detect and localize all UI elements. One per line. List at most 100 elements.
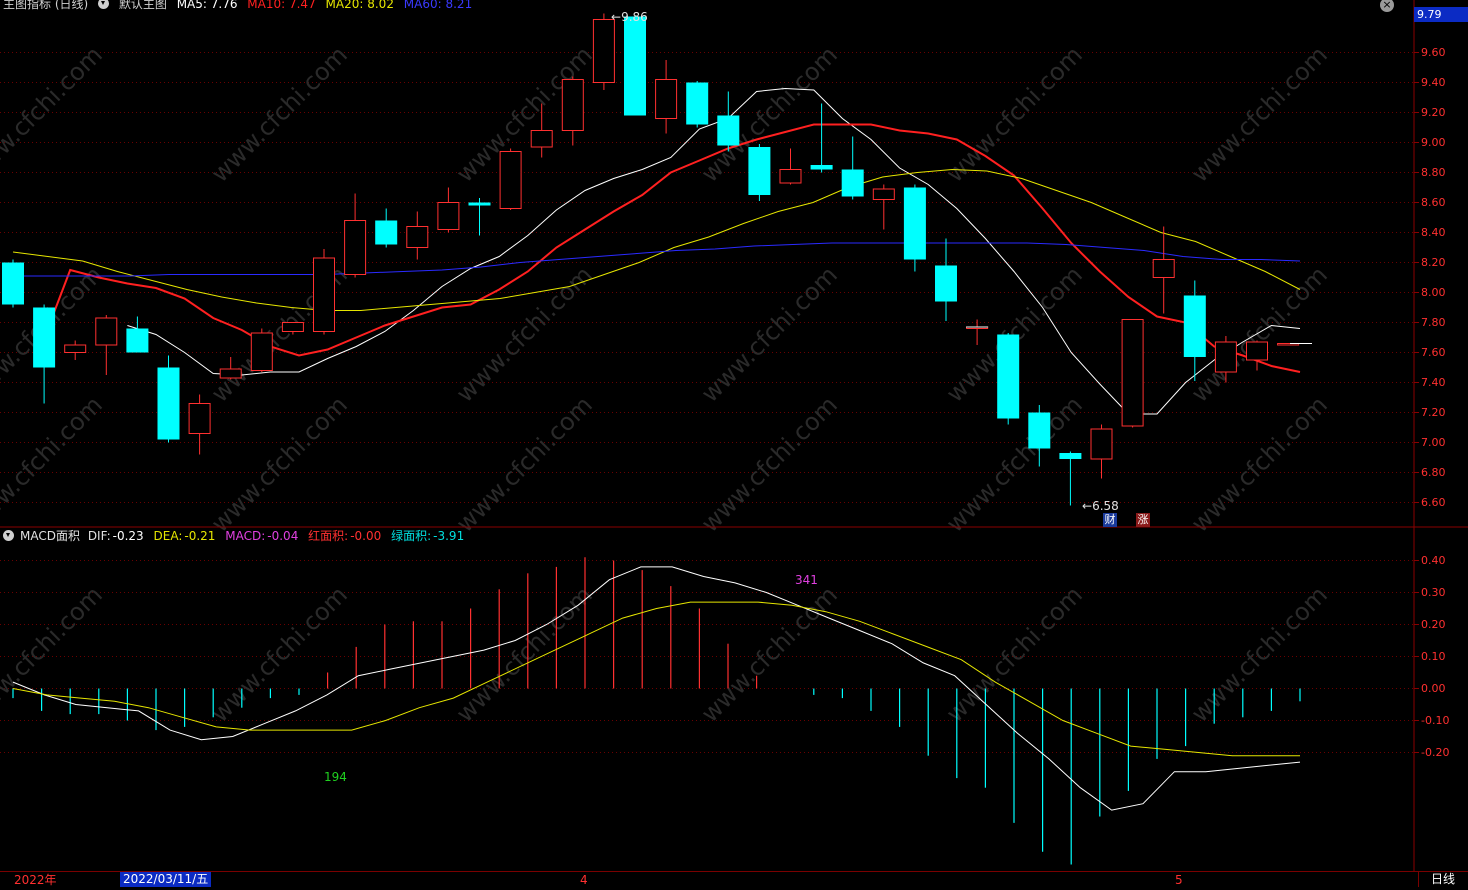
low-price-value: 6.58 <box>1092 499 1119 513</box>
watermark-text: www.cfchi.com <box>206 391 353 538</box>
candle <box>1183 280 1206 381</box>
candle-body-down <box>157 367 180 440</box>
candle <box>841 136 864 200</box>
candle-body-up <box>344 220 367 275</box>
green-area-annotation: 194 <box>324 770 347 784</box>
low-price-annotation: ←6.58 <box>1082 499 1119 513</box>
candle <box>64 340 87 360</box>
candle-body-up <box>64 344 87 353</box>
main-chart-header: 主图指标 (日线) 默认主图 MA5: 7.76 MA10: 7.47 MA20… <box>3 0 478 12</box>
month-label-5: 5 <box>1175 873 1183 887</box>
price-tick-label: 7.80 <box>1421 315 1446 329</box>
price-tick-label: 7.00 <box>1421 435 1446 449</box>
candle <box>810 103 833 173</box>
candle <box>686 81 709 128</box>
candle <box>779 148 802 185</box>
dif-value: -0.23 <box>112 529 144 543</box>
candle <box>126 316 149 353</box>
candle-body-up <box>437 202 460 230</box>
candle <box>344 193 367 278</box>
candle-body-down <box>997 334 1020 419</box>
candle-body-up <box>1090 428 1113 460</box>
price-tick-label: 8.00 <box>1421 285 1446 299</box>
collapse-toggle-icon[interactable] <box>98 0 110 9</box>
macd-line-dea <box>12 601 1300 757</box>
candle <box>499 148 522 210</box>
candle-body-down <box>748 147 771 195</box>
price-tick-label: 9.00 <box>1421 135 1446 149</box>
candle-body-up <box>281 322 304 332</box>
price-tick-label: 6.60 <box>1421 495 1446 509</box>
candle <box>1090 424 1113 479</box>
candle-body-up <box>188 403 211 434</box>
candle-body-up <box>1121 319 1144 427</box>
candle-body-up <box>872 188 895 200</box>
chart-canvas[interactable]: www.cfchi.com www.cfchi.com www.cfchi.com w… <box>0 0 1468 889</box>
price-tick-label: 7.40 <box>1421 375 1446 389</box>
candle <box>1121 319 1144 428</box>
candle <box>468 198 491 236</box>
candle <box>935 238 957 321</box>
red-area-value: -0.00 <box>350 529 382 543</box>
candle-body-down <box>375 220 398 245</box>
finance-event-marker[interactable]: 财 <box>1103 513 1117 527</box>
candle <box>250 328 273 372</box>
macd-tick-label: 0.10 <box>1421 649 1446 663</box>
period-selector[interactable]: 日线 <box>1418 872 1467 887</box>
candle <box>188 394 211 455</box>
candle <box>624 15 646 116</box>
macd-value: -0.04 <box>267 529 299 543</box>
indicator-label[interactable]: 主图指标 (日线) <box>3 0 88 11</box>
ma60-readout: MA60: 8.21 <box>403 0 473 11</box>
month-label-4: 4 <box>580 873 588 887</box>
candle-body-up <box>592 19 615 83</box>
candle <box>655 60 678 134</box>
price-tick-label: 8.20 <box>1421 255 1446 269</box>
watermark-text: www.cfchi.com <box>1186 261 1333 408</box>
macd-tick-label: -0.10 <box>1421 713 1450 727</box>
candle <box>437 187 460 233</box>
watermark-text: www.cfchi.com <box>206 41 353 188</box>
candle-body-down <box>1183 295 1206 357</box>
pattern-label[interactable]: 默认主图 <box>119 0 167 11</box>
price-tick-label: 8.40 <box>1421 225 1446 239</box>
candle-body-down <box>686 82 709 125</box>
candle-body-up <box>1246 341 1268 361</box>
watermark-text: www.cfchi.com <box>451 581 598 728</box>
candle-body-down <box>1059 453 1082 459</box>
green-area-value: -3.91 <box>433 529 465 543</box>
time-axis <box>0 871 1468 890</box>
candle <box>157 355 180 443</box>
candle-body-up <box>250 332 273 371</box>
ma-line-ma20 <box>12 168 1301 311</box>
price-tick-label: 8.80 <box>1421 165 1446 179</box>
price-tick-label: 8.60 <box>1421 195 1446 209</box>
current-price-tag: 9.79 <box>1414 7 1468 22</box>
candle <box>966 319 989 345</box>
candle <box>561 76 584 146</box>
price-tick-label: 9.60 <box>1421 45 1446 59</box>
candle <box>717 91 740 152</box>
macd-toggle-icon[interactable] <box>3 530 14 541</box>
red-area-label: 红面积: <box>308 529 349 543</box>
candle-body-down <box>2 262 24 305</box>
price-tick-label: 9.20 <box>1421 105 1446 119</box>
macd-name[interactable]: MACD面积 <box>20 529 80 543</box>
watermark-text: www.cfchi.com <box>1186 391 1333 538</box>
candle <box>375 208 398 248</box>
candle-body-down <box>903 187 926 260</box>
red-area-annotation: 341 <box>795 573 818 587</box>
ma-line-ma60 <box>13 242 1301 277</box>
candle-body-down <box>1028 412 1051 449</box>
ma20-readout: MA20: 8.02 <box>325 0 394 11</box>
high-price-value: 9.86 <box>621 10 648 24</box>
ma10-readout: MA10: 7.47 <box>247 0 316 11</box>
candle <box>1059 451 1082 506</box>
candle <box>406 211 429 260</box>
dif-label: DIF: <box>87 529 111 543</box>
candle-body-down <box>468 202 491 206</box>
limit-up-event-marker[interactable]: 涨 <box>1136 513 1150 527</box>
candle-body-up <box>779 169 802 184</box>
watermark-text: www.cfchi.com <box>941 41 1088 188</box>
macd-tick-label: 0.20 <box>1421 617 1446 631</box>
